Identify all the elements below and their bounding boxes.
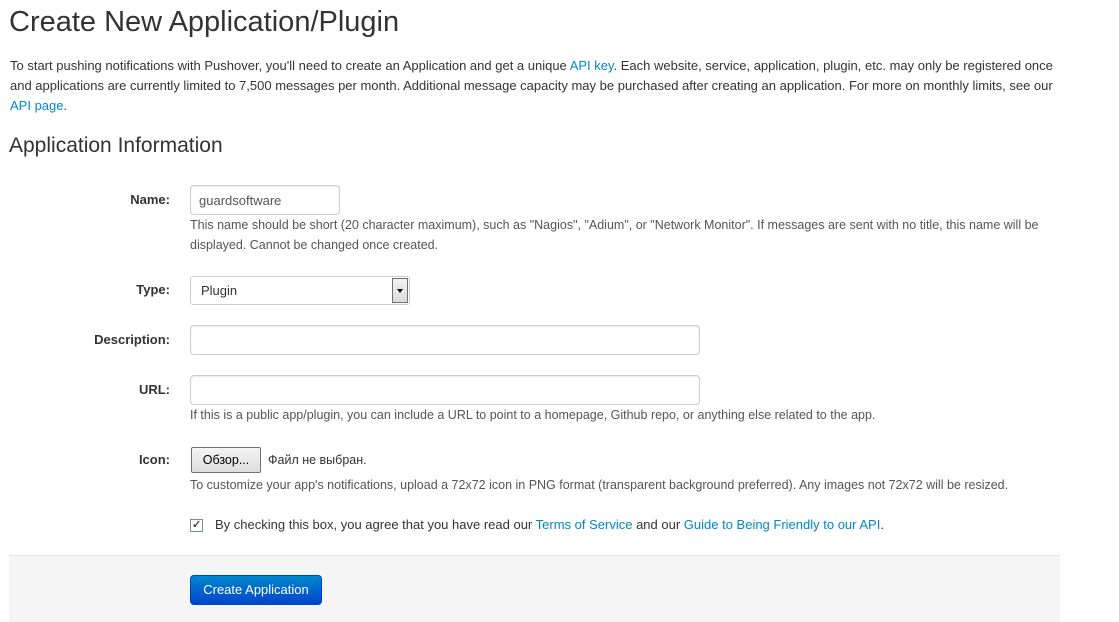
intro-text: To start pushing notifications with Push… xyxy=(10,58,570,73)
agreement-text: By checking this box, you agree that you… xyxy=(215,516,884,534)
icon-label: Icon: xyxy=(138,452,170,467)
agreement-text-part: and our xyxy=(632,517,684,532)
description-label: Description: xyxy=(94,332,170,347)
terms-of-service-link[interactable]: Terms of Service xyxy=(536,517,633,532)
url-help-text: If this is a public app/plugin, you can … xyxy=(190,408,876,422)
api-page-link[interactable]: API page xyxy=(10,98,64,113)
type-label: Type: xyxy=(136,282,170,297)
dropdown-arrow-button[interactable] xyxy=(392,278,408,303)
description-input[interactable] xyxy=(190,325,700,355)
api-key-link[interactable]: API key xyxy=(570,58,614,73)
page: Create New Application/Plugin To start p… xyxy=(0,0,1119,622)
name-help-text: This name should be short (20 character … xyxy=(190,218,1039,252)
api-guide-link[interactable]: Guide to Being Friendly to our API xyxy=(684,517,881,532)
name-label: Name: xyxy=(130,192,170,207)
page-title: Create New Application/Plugin xyxy=(9,6,400,38)
browse-file-button[interactable]: Обзор... xyxy=(191,447,261,473)
name-input[interactable] xyxy=(190,185,340,215)
create-application-button[interactable]: Create Application xyxy=(190,575,322,605)
file-status-text: Файл не выбран. xyxy=(268,453,367,467)
url-input[interactable] xyxy=(190,375,700,405)
checkmark-icon: ✓ xyxy=(192,519,202,531)
type-selected-value: Plugin xyxy=(201,283,238,298)
icon-help-text: To customize your app's notifications, u… xyxy=(190,478,1009,492)
intro-text: . xyxy=(63,98,68,113)
agreement-text-part: By checking this box, you agree that you… xyxy=(215,517,536,532)
agreement-text-part: . xyxy=(880,517,884,532)
type-select[interactable]: Plugin xyxy=(190,276,410,305)
section-title: Application Information xyxy=(9,134,223,157)
intro-paragraph: To start pushing notifications with Push… xyxy=(10,56,1060,116)
url-label: URL: xyxy=(138,382,170,397)
form-actions-bar xyxy=(9,555,1060,622)
agreement-checkbox[interactable]: ✓ xyxy=(190,519,203,532)
chevron-down-icon xyxy=(397,289,403,293)
